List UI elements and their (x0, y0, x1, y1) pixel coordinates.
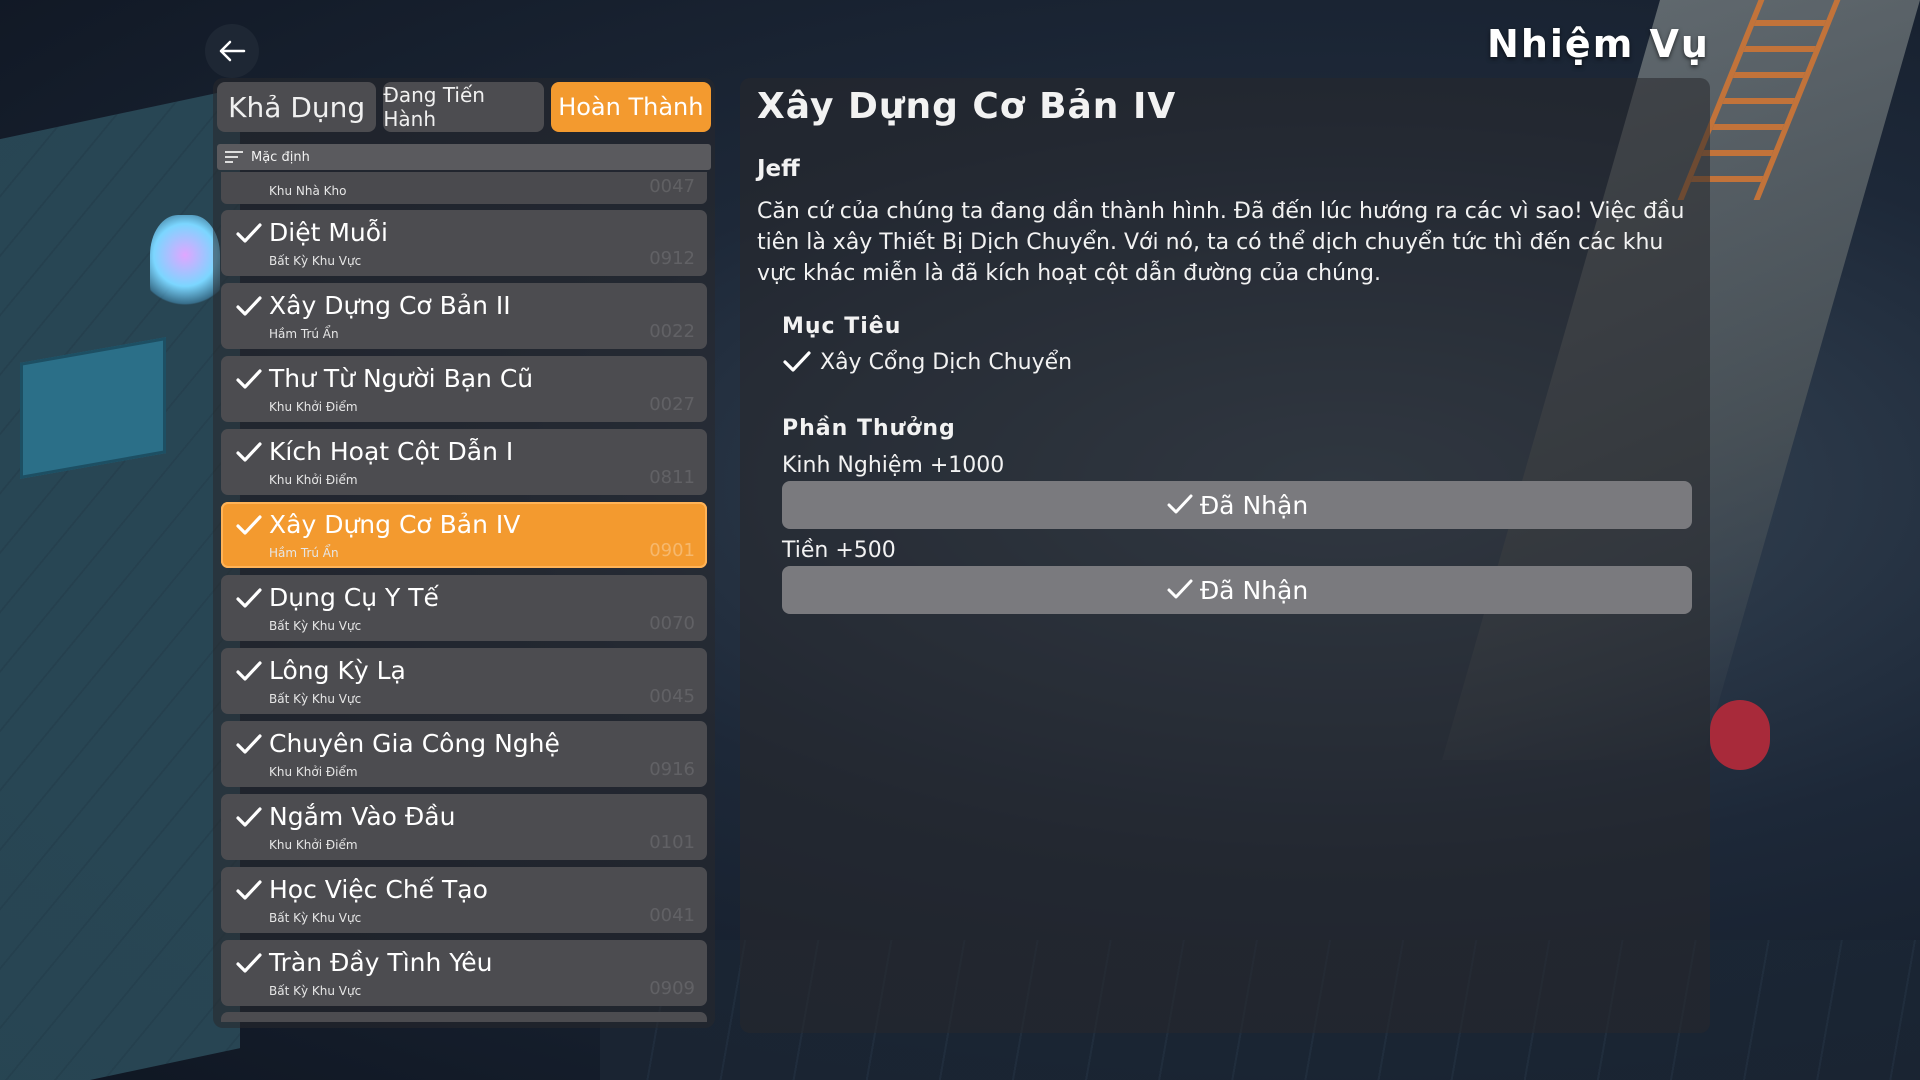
check-icon (236, 296, 262, 316)
quest-number: 0041 (649, 905, 695, 926)
reward-xp-label: Kinh Nghiệm +1000 (782, 453, 1005, 478)
quest-number: 0916 (649, 759, 695, 780)
quest-row[interactable]: Xây Dựng Cơ Bản II Hầm Trú Ẩn 0022 (221, 283, 707, 349)
quest-area: Khu Nhà Kho (269, 184, 347, 198)
quest-area: Khu Khởi Điểm (269, 765, 358, 779)
quest-number: 0070 (649, 613, 695, 634)
quest-title: Xây Dựng Cơ Bản II (269, 291, 511, 320)
back-button[interactable] (205, 24, 259, 78)
quest-detail-panel: Xây Dựng Cơ Bản IV Jeff Căn cứ của chúng… (740, 78, 1710, 1033)
quest-number: 0045 (649, 686, 695, 707)
arrow-left-icon (219, 40, 246, 62)
quest-title: Thư Từ Người Bạn Cũ (269, 364, 534, 393)
quest-area: Khu Khởi Điểm (269, 473, 358, 487)
quest-row[interactable]: Ngắm Vào Đầu Khu Khởi Điểm 0101 (221, 794, 707, 860)
check-icon (1167, 579, 1193, 599)
quest-number: 0047 (649, 176, 695, 197)
check-icon (236, 442, 262, 462)
quest-giver: Jeff (757, 156, 800, 182)
check-icon (236, 369, 262, 389)
objective-heading: Mục Tiêu (782, 314, 902, 339)
quest-row[interactable]: Tràn Đầy Tình Yêu Bất Kỳ Khu Vực 0909 (221, 940, 707, 1006)
quest-list: Khu Nhà Kho 0047 Diệt Muỗi Bất Kỳ Khu Vực… (221, 172, 707, 1022)
check-icon (236, 588, 262, 608)
quest-row[interactable]: Chuyên Gia Công Nghệ Khu Khởi Điểm 0916 (221, 721, 707, 787)
quest-title: Lông Kỳ Lạ (269, 656, 406, 685)
sort-label: Mặc định (251, 149, 310, 165)
check-icon (236, 223, 262, 243)
sort-dropdown[interactable]: Mặc định (217, 144, 711, 170)
quest-area: Bất Kỳ Khu Vực (269, 911, 362, 925)
quest-title: Tràn Đầy Tình Yêu (269, 948, 493, 977)
quest-row-partial[interactable]: Khu Nhà Kho 0047 (221, 172, 707, 204)
reward-money-label: Tiền +500 (782, 538, 896, 563)
check-icon (782, 348, 812, 376)
rewards-heading: Phần Thưởng (782, 416, 956, 441)
quest-row[interactable]: Thư Từ Người Bạn Cũ Khu Khởi Điểm 0027 (221, 356, 707, 422)
quest-title: Học Việc Chế Tạo (269, 875, 488, 904)
tab-completed[interactable]: Hoàn Thành (550, 82, 711, 132)
claimed-label: Đã Nhận (1199, 490, 1309, 520)
objective-text: Xây Cổng Dịch Chuyển (820, 349, 1073, 375)
quest-area: Bất Kỳ Khu Vực (269, 692, 362, 706)
quest-number: 0909 (649, 978, 695, 999)
quest-row[interactable]: Học Việc Chế Tạo Bất Kỳ Khu Vực 0041 (221, 867, 707, 933)
quest-list-panel: Khả Dụng Đang Tiến Hành Hoàn Thành Mặc đ… (213, 78, 715, 1028)
quest-row[interactable]: Kích Hoạt Cột Dẫn I Khu Khởi Điểm 0811 (221, 429, 707, 495)
quest-number: 0101 (649, 832, 695, 853)
quest-title: Dụng Cụ Y Tế (269, 583, 439, 612)
quest-title: Kích Hoạt Cột Dẫn I (269, 437, 514, 466)
quest-detail-title: Xây Dựng Cơ Bản IV (757, 86, 1177, 127)
quest-area: Khu Khởi Điểm (269, 400, 358, 414)
quest-row-partial-bottom[interactable] (221, 1012, 707, 1022)
quest-row[interactable]: Dụng Cụ Y Tế Bất Kỳ Khu Vực 0070 (221, 575, 707, 641)
quest-number: 0901 (649, 540, 695, 561)
check-icon (236, 807, 262, 827)
quest-area: Hầm Trú Ẩn (269, 327, 339, 341)
quest-number: 0912 (649, 248, 695, 269)
quest-tabs: Khả Dụng Đang Tiến Hành Hoàn Thành (213, 78, 715, 132)
check-icon (236, 515, 262, 535)
screen-title: Nhiệm Vụ (1487, 22, 1710, 66)
check-icon (236, 880, 262, 900)
quest-area: Bất Kỳ Khu Vực (269, 254, 362, 268)
claimed-money-button[interactable]: Đã Nhận (782, 566, 1692, 614)
quest-number: 0027 (649, 394, 695, 415)
quest-row[interactable]: Xây Dựng Cơ Bản IV Hầm Trú Ẩn 0901 (221, 502, 707, 568)
quest-row[interactable]: Diệt Muỗi Bất Kỳ Khu Vực 0912 (221, 210, 707, 276)
quest-area: Bất Kỳ Khu Vực (269, 984, 362, 998)
quest-description: Căn cứ của chúng ta đang dần thành hình.… (757, 199, 1685, 286)
tab-available[interactable]: Khả Dụng (217, 82, 377, 132)
quest-title: Xây Dựng Cơ Bản IV (269, 510, 521, 539)
quest-area: Khu Khởi Điểm (269, 838, 358, 852)
quest-area: Bất Kỳ Khu Vực (269, 619, 362, 633)
check-icon (1167, 494, 1193, 514)
quest-title: Ngắm Vào Đầu (269, 802, 456, 831)
check-icon (236, 953, 262, 973)
sort-icon (225, 151, 243, 163)
quest-area: Hầm Trú Ẩn (269, 546, 339, 560)
crystal-device (150, 215, 220, 315)
quest-number: 0811 (649, 467, 695, 488)
tab-in-progress[interactable]: Đang Tiến Hành (383, 82, 544, 132)
quest-number: 0022 (649, 321, 695, 342)
objective-item: Xây Cổng Dịch Chuyển (782, 348, 1072, 376)
check-icon (236, 661, 262, 681)
quest-row[interactable]: Lông Kỳ Lạ Bất Kỳ Khu Vực 0045 (221, 648, 707, 714)
claimed-xp-button[interactable]: Đã Nhận (782, 481, 1692, 529)
red-object (1710, 700, 1770, 770)
quest-title: Chuyên Gia Công Nghệ (269, 729, 560, 758)
check-icon (236, 734, 262, 754)
claimed-label: Đã Nhận (1199, 575, 1309, 605)
quest-title: Diệt Muỗi (269, 218, 388, 247)
